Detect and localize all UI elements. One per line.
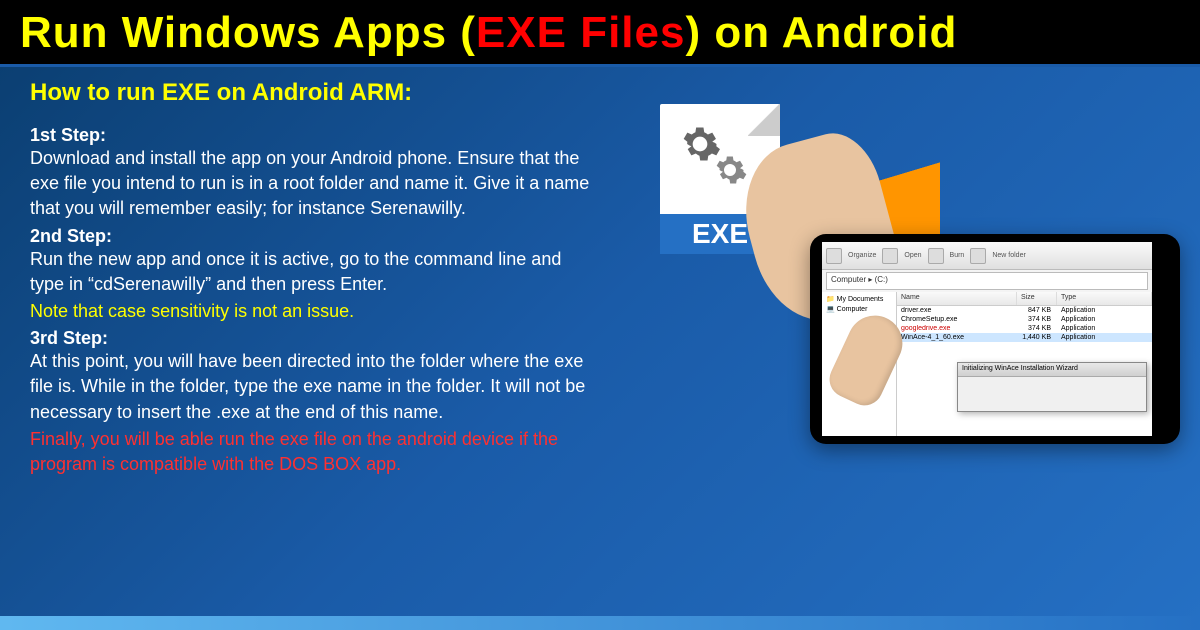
step2-heading: 2nd Step: [30, 226, 600, 247]
content-area: How to run EXE on Android ARM: 1st Step:… [0, 67, 1200, 487]
computer-icon: 💻 [826, 306, 835, 313]
step2-text: Run the new app and once it is active, g… [30, 247, 600, 297]
col-size[interactable]: Size [1017, 292, 1057, 305]
instructions-column: How to run EXE on Android ARM: 1st Step:… [30, 79, 600, 477]
file-row[interactable]: ChromeSetup.exe 374 KB Application [897, 315, 1152, 324]
final-note: Finally, you will be able run the exe fi… [30, 427, 600, 477]
file-name: ChromeSetup.exe [897, 316, 1017, 323]
toolbar-label: New folder [992, 252, 1025, 259]
tree-label: Computer [837, 306, 868, 313]
install-dialog[interactable]: Initializing WinAce Installation Wizard [957, 362, 1147, 412]
file-size: 374 KB [1017, 316, 1057, 323]
gear-icon [712, 152, 748, 188]
bottom-accent [0, 616, 1200, 630]
file-row[interactable]: WinAce-4_1_60.exe 1,440 KB Application [897, 333, 1152, 342]
col-type[interactable]: Type [1057, 292, 1152, 305]
file-size: 374 KB [1017, 325, 1057, 332]
file-type: Application [1057, 325, 1152, 332]
file-list-header: Name Size Type [897, 292, 1152, 306]
explorer-toolbar: Organize Open Burn New folder [822, 242, 1152, 270]
toolbar-label: Burn [950, 252, 965, 259]
file-size: 1,440 KB [1017, 334, 1057, 341]
folder-icon: 📁 [826, 296, 835, 303]
file-row[interactable]: driver.exe 847 KB Application [897, 306, 1152, 315]
title-part1: Run Windows Apps ( [20, 8, 476, 57]
file-type: Application [1057, 307, 1152, 314]
dialog-title: Initializing WinAce Installation Wizard [958, 363, 1146, 377]
file-type: Application [1057, 316, 1152, 323]
file-list: Name Size Type driver.exe 847 KB Applica… [897, 292, 1152, 436]
tree-label: My Documents [837, 296, 884, 303]
toolbar-button[interactable] [882, 248, 898, 264]
step2-note: Note that case sensitivity is not an iss… [30, 299, 600, 324]
title-part3: ) on Android [685, 8, 957, 57]
file-name: googledrive.exe [897, 325, 1017, 332]
toolbar-button[interactable] [970, 248, 986, 264]
tree-item[interactable]: 📁 My Documents [824, 294, 894, 304]
title-part2: EXE Files [476, 8, 686, 57]
file-name: WinAce-4_1_60.exe [897, 334, 1017, 341]
toolbar-button[interactable] [826, 248, 842, 264]
toolbar-button[interactable] [928, 248, 944, 264]
toolbar-label: Organize [848, 252, 876, 259]
page-title: Run Windows Apps (EXE Files) on Android [20, 8, 1180, 58]
step3-heading: 3rd Step: [30, 328, 600, 349]
col-name[interactable]: Name [897, 292, 1017, 305]
address-bar[interactable]: Computer ▸ (C:) [826, 272, 1148, 290]
tree-item[interactable]: 💻 Computer [824, 304, 894, 314]
toolbar-label: Open [904, 252, 921, 259]
step1-text: Download and install the app on your And… [30, 146, 600, 222]
file-row[interactable]: googledrive.exe 374 KB Application [897, 324, 1152, 333]
page-fold-icon [748, 104, 780, 136]
illustration-column: EXE Organize Open [620, 79, 1170, 477]
file-size: 847 KB [1017, 307, 1057, 314]
subtitle: How to run EXE on Android ARM: [30, 79, 600, 107]
file-name: driver.exe [897, 307, 1017, 314]
dialog-body [958, 377, 1146, 389]
file-type: Application [1057, 334, 1152, 341]
step3-text: At this point, you will have been direct… [30, 349, 600, 425]
step1-heading: 1st Step: [30, 125, 600, 146]
title-bar: Run Windows Apps (EXE Files) on Android [0, 0, 1200, 67]
